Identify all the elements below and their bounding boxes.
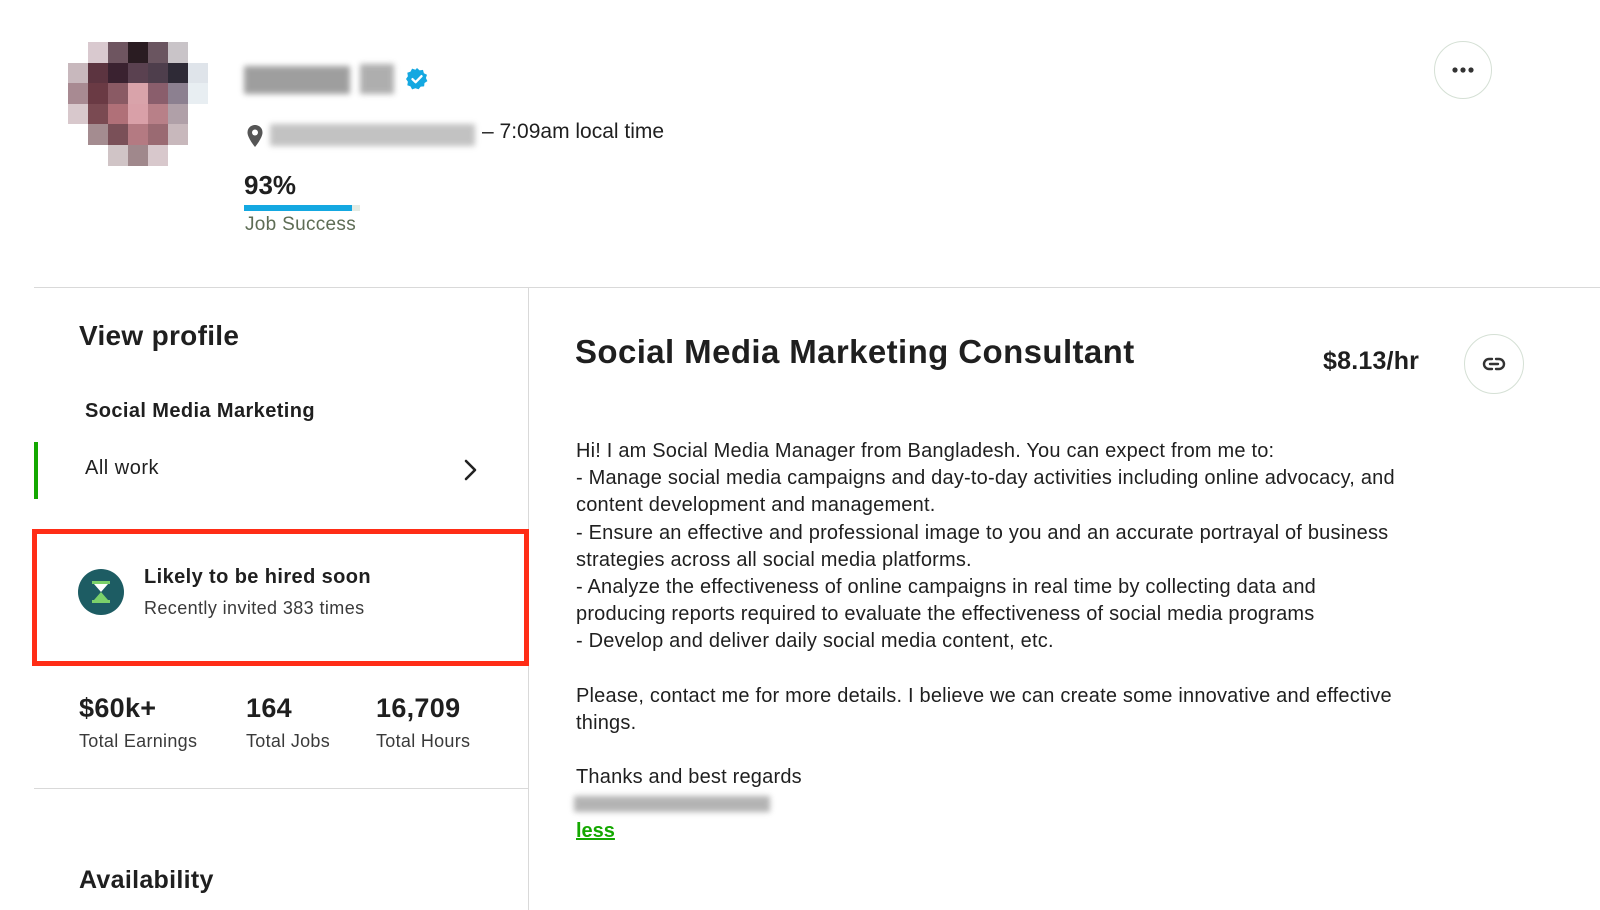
- availability-heading: Availability: [79, 866, 214, 894]
- description-line: Please, contact me for more details. I b…: [576, 684, 1392, 707]
- link-icon: [1482, 357, 1506, 371]
- description-line: things.: [576, 712, 637, 735]
- description-line: - Ensure an effective and professional i…: [576, 521, 1389, 544]
- divider: [34, 287, 1600, 288]
- stat-hours-value: 16,709: [376, 693, 461, 723]
- job-success-bar-fill: [244, 205, 352, 211]
- location-pin-icon: [247, 125, 263, 147]
- chevron-right-icon[interactable]: [458, 458, 482, 482]
- invited-count: Recently invited 383 times: [144, 598, 365, 618]
- job-success-percent: 93%: [244, 170, 297, 200]
- less-link[interactable]: less: [576, 820, 615, 843]
- sidebar-item-all-work[interactable]: All work: [85, 457, 159, 480]
- hourly-rate: $8.13/hr: [1323, 347, 1420, 375]
- signature-name-blurred: [574, 796, 770, 812]
- copy-link-button[interactable]: [1464, 334, 1524, 394]
- job-success-bar: [244, 205, 360, 211]
- description-line: - Manage social media campaigns and day-…: [576, 467, 1395, 490]
- description-line: - Analyze the effectiveness of online ca…: [576, 576, 1316, 599]
- description-line: content development and management.: [576, 494, 936, 517]
- stat-jobs-label: Total Jobs: [246, 731, 331, 751]
- location-blurred: [270, 124, 475, 146]
- description-line: strategies across all social media platf…: [576, 548, 972, 571]
- description-line: Hi! I am Social Media Manager from Bangl…: [576, 440, 1275, 462]
- description-line: producing reports required to evaluate t…: [576, 603, 1315, 626]
- stat-hours-label: Total Hours: [376, 731, 471, 751]
- freelancer-name-blurred: [244, 60, 399, 100]
- stat-earnings-value: $60k+: [79, 693, 157, 723]
- verified-badge-icon: [406, 68, 428, 90]
- stat-earnings-label: Total Earnings: [79, 731, 198, 751]
- job-success-label: Job Success: [245, 214, 357, 235]
- profile-title: Social Media Marketing Consultant: [575, 333, 1135, 370]
- description-line: - Develop and deliver daily social media…: [576, 630, 1054, 653]
- likely-hired-title: Likely to be hired soon: [144, 566, 372, 588]
- view-profile-heading: View profile: [79, 320, 240, 351]
- profile-description: Hi! I am Social Media Manager from Bangl…: [576, 438, 1536, 792]
- description-line: Thanks and best regards: [576, 766, 802, 789]
- active-indicator: [34, 442, 38, 499]
- stat-jobs-value: 164: [246, 693, 292, 723]
- more-options-button[interactable]: [1434, 41, 1492, 99]
- divider: [34, 788, 528, 789]
- avatar: [68, 42, 208, 166]
- hourglass-badge: [78, 569, 124, 615]
- hourglass-icon: [92, 581, 110, 603]
- sidebar-item-social-media-marketing[interactable]: Social Media Marketing: [85, 400, 315, 423]
- more-options-icon: [1452, 67, 1474, 73]
- local-time: – 7:09am local time: [482, 120, 665, 143]
